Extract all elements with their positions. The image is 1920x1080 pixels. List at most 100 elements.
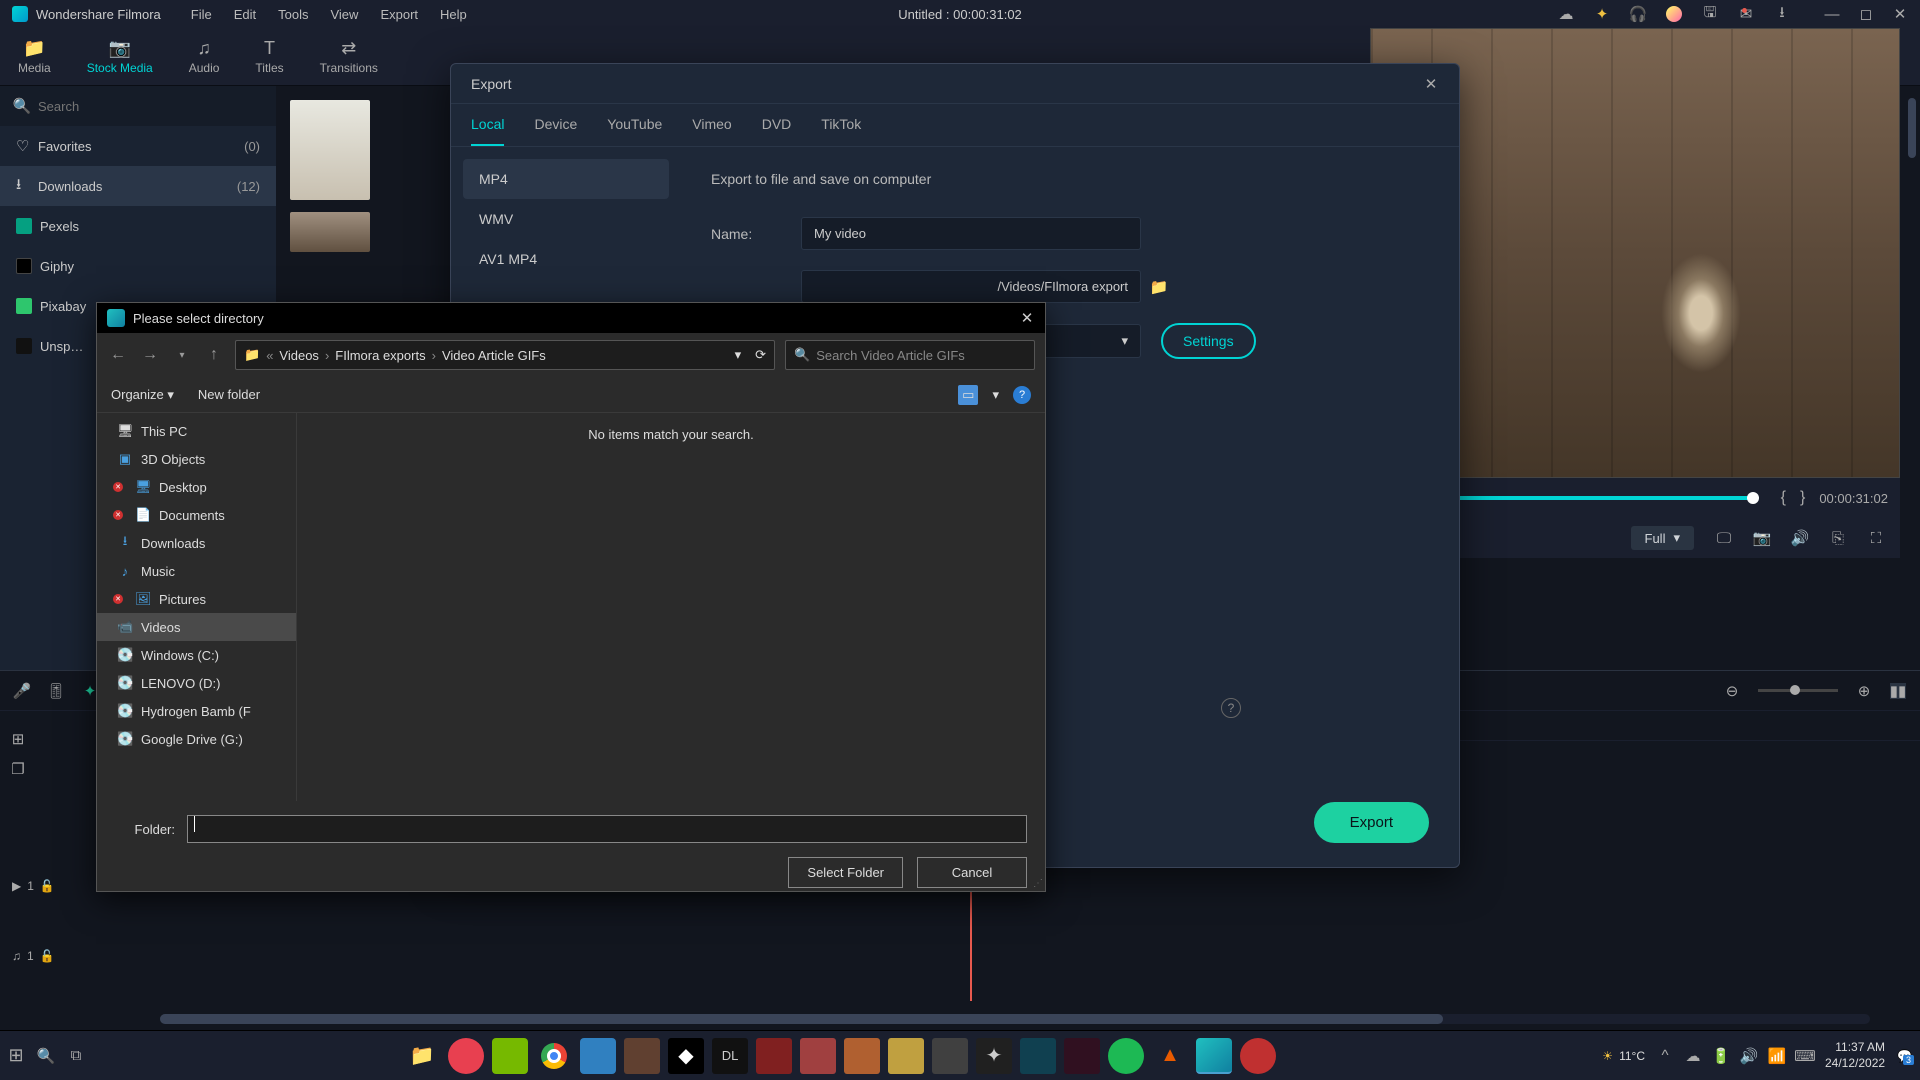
tree-drive-g[interactable]: 💽Google Drive (G:) <box>97 725 296 753</box>
opera-icon[interactable] <box>448 1038 484 1074</box>
minimize-icon[interactable]: — <box>1824 6 1840 22</box>
close-icon[interactable]: ✕ <box>1423 76 1439 92</box>
app-icon[interactable] <box>1020 1038 1056 1074</box>
media-thumb[interactable] <box>290 100 370 200</box>
volume-icon[interactable]: 🔊 <box>1792 530 1808 546</box>
menu-help[interactable]: Help <box>440 7 467 22</box>
tab-tiktok[interactable]: TikTok <box>821 116 861 146</box>
tool-titles[interactable]: TTitles <box>255 38 283 75</box>
task-view-icon[interactable]: ⧉ <box>68 1048 84 1064</box>
tree-drive-d[interactable]: 💽LENOVO (D:) <box>97 669 296 697</box>
tree-music[interactable]: ♪Music <box>97 557 296 585</box>
tree-desktop[interactable]: ✕🖥Desktop <box>97 473 296 501</box>
menu-file[interactable]: File <box>191 7 212 22</box>
tool-transitions[interactable]: ⇄Transitions <box>320 38 378 75</box>
app-icon[interactable]: ✦ <box>976 1038 1012 1074</box>
recent-dropdown-icon[interactable]: ▾ <box>171 350 193 361</box>
display-icon[interactable]: 🖵 <box>1716 530 1732 546</box>
explorer-icon[interactable]: 📁 <box>404 1038 440 1074</box>
dir-search[interactable]: 🔍 Search Video Article GIFs <box>785 340 1035 370</box>
search-input[interactable] <box>38 99 262 114</box>
select-folder-button[interactable]: Select Folder <box>788 857 903 888</box>
format-av1[interactable]: AV1 MP4 <box>463 239 669 279</box>
app-icon[interactable] <box>624 1038 660 1074</box>
organize-menu[interactable]: Organize ▾ <box>111 387 174 403</box>
export-button[interactable]: Export <box>1314 802 1429 843</box>
breadcrumb[interactable]: 📁 « Videos› FIlmora exports› Video Artic… <box>235 340 775 370</box>
back-icon[interactable]: ← <box>107 346 129 364</box>
format-wmv[interactable]: WMV <box>463 199 669 239</box>
fit-icon[interactable]: ▮▮ <box>1890 683 1906 699</box>
sidebar-item-favorites[interactable]: ♡ Favorites(0) <box>0 126 276 166</box>
snapshot-icon[interactable]: 📷 <box>1754 530 1770 546</box>
save-icon[interactable]: 🖫 <box>1702 6 1718 22</box>
app-icon[interactable]: DL <box>712 1038 748 1074</box>
mixer-icon[interactable]: 🎚 <box>48 683 64 699</box>
video-track-label[interactable]: ▶1🔓 <box>0 861 70 911</box>
app-icon[interactable] <box>1240 1038 1276 1074</box>
view-dropdown-icon[interactable]: ▾ <box>992 387 999 403</box>
tree-this-pc[interactable]: 🖥This PC <box>97 417 296 445</box>
forward-icon[interactable]: → <box>139 346 161 364</box>
cancel-button[interactable]: Cancel <box>917 857 1027 888</box>
help-icon[interactable]: ? <box>1013 386 1031 404</box>
tl-tool-icon[interactable]: ⊞ <box>10 731 26 747</box>
view-mode-icon[interactable]: ▭ <box>958 385 978 405</box>
sidebar-item-pexels[interactable]: Pexels <box>0 206 276 246</box>
format-mp4[interactable]: MP4 <box>463 159 669 199</box>
clock[interactable]: 11:37 AM24/12/2022 <box>1825 1040 1885 1071</box>
app-icon[interactable] <box>844 1038 880 1074</box>
tree-drive-f[interactable]: 💽Hydrogen Bamb (F <box>97 697 296 725</box>
app-icon[interactable] <box>888 1038 924 1074</box>
app-icon[interactable] <box>1064 1038 1100 1074</box>
spotify-icon[interactable] <box>1108 1038 1144 1074</box>
app-icon[interactable] <box>800 1038 836 1074</box>
fullscreen-icon[interactable]: ⛶ <box>1868 530 1884 546</box>
up-icon[interactable]: ↑ <box>203 346 225 364</box>
onedrive-icon[interactable]: ☁ <box>1685 1048 1701 1064</box>
chevron-down-icon[interactable]: ▾ <box>735 347 742 363</box>
notification-icon[interactable]: ✉ <box>1738 6 1754 22</box>
folder-browse-icon[interactable]: 📁 <box>1151 279 1167 295</box>
media-thumb[interactable] <box>290 212 370 252</box>
name-input[interactable] <box>801 217 1141 250</box>
tree-drive-c[interactable]: 💽Windows (C:) <box>97 641 296 669</box>
tree-documents[interactable]: ✕📄Documents <box>97 501 296 529</box>
filmora-icon[interactable] <box>1196 1038 1232 1074</box>
weather[interactable]: ☀11°C <box>1602 1049 1645 1063</box>
nvidia-icon[interactable] <box>492 1038 528 1074</box>
tool-audio[interactable]: ♫Audio <box>189 38 220 75</box>
tool-media[interactable]: 📁Media <box>18 38 51 75</box>
mark-in-icon[interactable]: { <box>1781 489 1786 507</box>
download-icon[interactable]: ⭳ <box>1774 6 1790 22</box>
chrome-icon[interactable] <box>536 1038 572 1074</box>
help-icon[interactable]: ? <box>1221 698 1241 718</box>
tab-device[interactable]: Device <box>534 116 577 146</box>
tree-3d-objects[interactable]: ▣3D Objects <box>97 445 296 473</box>
notification-center[interactable]: 💬3 <box>1897 1049 1912 1063</box>
tab-local[interactable]: Local <box>471 116 504 146</box>
avatar-icon[interactable] <box>1666 6 1682 22</box>
tree-downloads[interactable]: ⭳Downloads <box>97 529 296 557</box>
battery-icon[interactable]: 🔋 <box>1713 1048 1729 1064</box>
sound-icon[interactable]: 🔊 <box>1741 1048 1757 1064</box>
tab-dvd[interactable]: DVD <box>762 116 792 146</box>
audio-track-label[interactable]: ♫1🔓 <box>0 931 70 981</box>
tab-vimeo[interactable]: Vimeo <box>692 116 731 146</box>
resize-grip[interactable]: ⋰ <box>1033 878 1043 889</box>
mic-icon[interactable]: 🎤 <box>14 683 30 699</box>
app-icon[interactable] <box>580 1038 616 1074</box>
lock-icon[interactable]: 🔓 <box>40 879 55 893</box>
menu-edit[interactable]: Edit <box>234 7 256 22</box>
export-frame-icon[interactable]: ⎘ <box>1830 530 1846 546</box>
tips-icon[interactable]: ✦ <box>1594 6 1610 22</box>
timeline-scrollbar[interactable] <box>160 1014 1870 1024</box>
tray-chevron-icon[interactable]: ^ <box>1657 1048 1673 1064</box>
tree-videos[interactable]: 📹Videos <box>97 613 296 641</box>
wifi-icon[interactable]: 📶 <box>1769 1048 1785 1064</box>
start-icon[interactable]: ⊞ <box>8 1048 24 1064</box>
tab-youtube[interactable]: YouTube <box>607 116 662 146</box>
sidebar-item-giphy[interactable]: Giphy <box>0 246 276 286</box>
lock-icon[interactable]: 🔓 <box>40 949 55 963</box>
zoom-out-icon[interactable]: ⊖ <box>1724 683 1740 699</box>
